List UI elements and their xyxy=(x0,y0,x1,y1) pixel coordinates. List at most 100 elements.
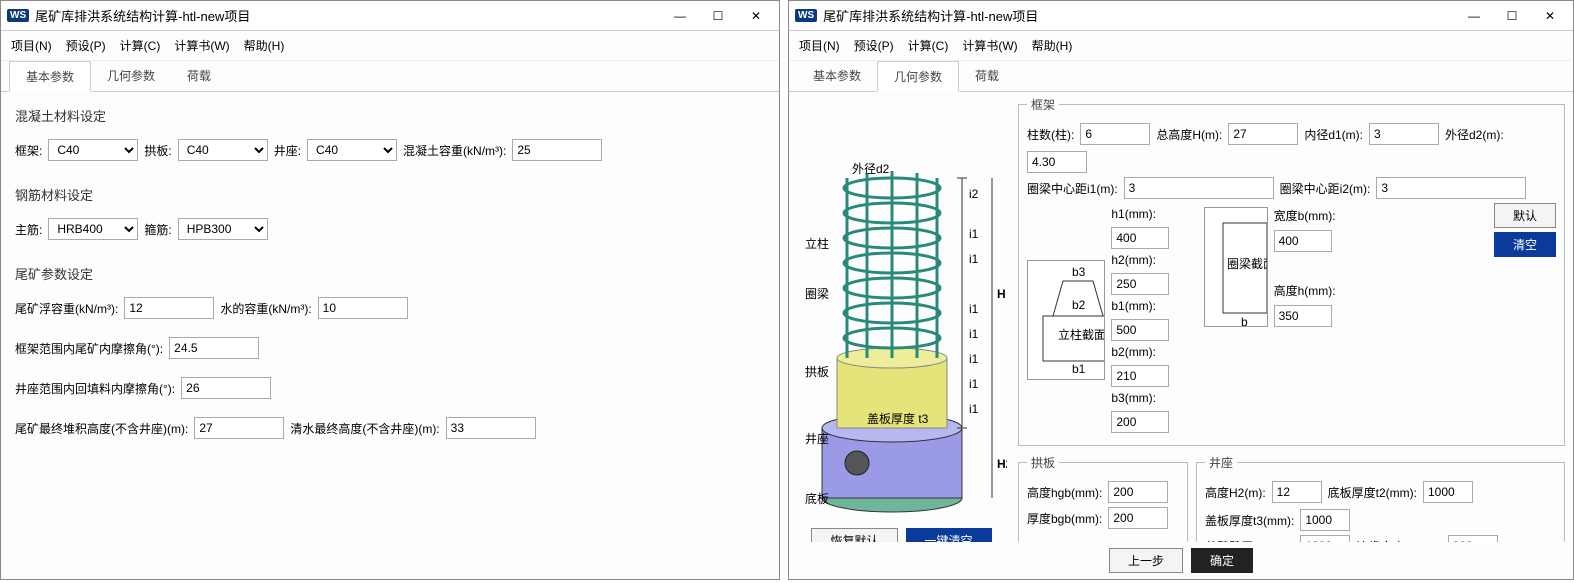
svg-text:b1: b1 xyxy=(1072,362,1086,376)
input-float-density[interactable] xyxy=(124,297,214,319)
input-seat-h2[interactable] xyxy=(1272,481,1322,503)
input-b2mm[interactable] xyxy=(1111,365,1169,387)
label-b2mm: b2(mm): xyxy=(1111,345,1156,359)
maximize-button[interactable]: ☐ xyxy=(1495,5,1529,27)
structure-diagram-panel: i2 i1 i1 i1 i1 i1 i1 i1 H H2 立柱 圈梁 拱板 井座… xyxy=(789,92,1014,542)
label-density: 混凝土容重(kN/m³): xyxy=(403,142,506,159)
input-h2mm[interactable] xyxy=(1111,273,1169,295)
input-frame-friction[interactable] xyxy=(169,337,259,359)
label-h2mm: h2(mm): xyxy=(1111,253,1156,267)
footer: 上一步 确定 xyxy=(789,542,1573,579)
select-seat-concrete[interactable]: C40 xyxy=(307,139,397,161)
tab-basic[interactable]: 基本参数 xyxy=(9,61,91,92)
frame-clear-button[interactable]: 清空 xyxy=(1494,232,1556,257)
arch-legend: 拱板 xyxy=(1027,454,1059,471)
menubar: 项目(N) 预设(P) 计算(C) 计算书(W) 帮助(H) xyxy=(789,31,1573,61)
svg-text:立柱: 立柱 xyxy=(805,236,829,251)
label-h1mm: h1(mm): xyxy=(1111,207,1156,221)
menu-project[interactable]: 项目(N) xyxy=(799,37,840,54)
label-stirrup: 箍筋: xyxy=(144,221,171,238)
input-base-t2[interactable] xyxy=(1423,481,1473,503)
label-base-t2: 底板厚度t2(mm): xyxy=(1328,484,1417,501)
menu-report[interactable]: 计算书(W) xyxy=(174,37,229,54)
input-wall-t1[interactable] xyxy=(1300,535,1350,542)
seat-legend: 井座 xyxy=(1205,454,1237,471)
menu-report[interactable]: 计算书(W) xyxy=(962,37,1017,54)
input-seat-friction[interactable] xyxy=(181,377,271,399)
select-arch-concrete[interactable]: C40 xyxy=(178,139,268,161)
menu-preset[interactable]: 预设(P) xyxy=(66,37,106,54)
svg-text:立柱截面: 立柱截面 xyxy=(1058,327,1105,342)
input-i1[interactable] xyxy=(1124,177,1274,199)
svg-text:i1: i1 xyxy=(969,402,979,416)
select-mainbar[interactable]: HRB400 xyxy=(48,218,138,240)
tab-basic[interactable]: 基本参数 xyxy=(797,61,877,91)
input-arch-h[interactable] xyxy=(1108,481,1168,503)
clear-all-button[interactable]: 一键清空 xyxy=(906,528,992,542)
input-final-height[interactable] xyxy=(194,417,284,439)
input-height-h[interactable] xyxy=(1274,305,1332,327)
menu-help[interactable]: 帮助(H) xyxy=(1032,37,1073,54)
frame-default-button[interactable]: 默认 xyxy=(1494,203,1556,228)
app-logo: WS xyxy=(7,9,29,22)
close-button[interactable]: ✕ xyxy=(1533,5,1567,27)
tab-load[interactable]: 荷载 xyxy=(171,61,227,91)
menu-preset[interactable]: 预设(P) xyxy=(854,37,894,54)
geometry-form-panel: 框架 柱数(柱): 总高度H(m): 内径d1(m): 外径d2(m): 圈梁中… xyxy=(1014,92,1573,542)
window-basic-params: WS 尾矿库排洪系统结构计算-htl-new项目 — ☐ ✕ 项目(N) 预设(… xyxy=(0,0,780,580)
window-title: 尾矿库排洪系统结构计算-htl-new项目 xyxy=(823,6,1457,25)
input-d1[interactable] xyxy=(1369,123,1439,145)
input-width-b[interactable] xyxy=(1274,230,1332,252)
label-water-height: 清水最终高度(不含井座)(m): xyxy=(290,420,439,437)
menu-project[interactable]: 项目(N) xyxy=(11,37,52,54)
input-col-count[interactable] xyxy=(1080,123,1150,145)
input-concrete-density[interactable] xyxy=(512,139,602,161)
prev-step-button[interactable]: 上一步 xyxy=(1109,548,1183,573)
maximize-button[interactable]: ☐ xyxy=(701,5,735,27)
window-controls: — ☐ ✕ xyxy=(1457,5,1567,27)
arch-diagram: h b 拱板 xyxy=(1027,533,1177,542)
select-stirrup[interactable]: HPB300 xyxy=(178,218,268,240)
input-h1mm[interactable] xyxy=(1111,227,1169,249)
svg-text:b: b xyxy=(1241,315,1248,327)
structure-diagram: i2 i1 i1 i1 i1 i1 i1 i1 H H2 立柱 圈梁 拱板 井座… xyxy=(795,98,1008,518)
input-water-density[interactable] xyxy=(318,297,408,319)
label-seat-h2: 高度H2(m): xyxy=(1205,484,1266,501)
label-i2: 圈梁中心距i2(m): xyxy=(1280,180,1371,197)
label-frame-friction: 框架范围内尾矿内摩擦角(°): xyxy=(15,340,163,357)
label-mainbar: 主筋: xyxy=(15,221,42,238)
confirm-button[interactable]: 确定 xyxy=(1191,548,1253,573)
label-i1: 圈梁中心距i1(m): xyxy=(1027,180,1118,197)
window-controls: — ☐ ✕ xyxy=(663,5,773,27)
tab-geometry[interactable]: 几何参数 xyxy=(91,61,171,91)
tab-geometry[interactable]: 几何参数 xyxy=(877,61,959,92)
section-concrete: 混凝土材料设定 xyxy=(15,100,765,131)
restore-defaults-button[interactable]: 恢复默认 xyxy=(811,528,897,542)
section-steel: 钢筋材料设定 xyxy=(15,179,765,210)
geometry-content: i2 i1 i1 i1 i1 i1 i1 i1 H H2 立柱 圈梁 拱板 井座… xyxy=(789,92,1573,542)
input-edge-c[interactable] xyxy=(1448,535,1498,542)
tab-load[interactable]: 荷载 xyxy=(959,61,1015,91)
app-logo: WS xyxy=(795,9,817,22)
minimize-button[interactable]: — xyxy=(663,5,697,27)
input-b3mm[interactable] xyxy=(1111,411,1169,433)
input-total-h[interactable] xyxy=(1228,123,1298,145)
label-d1: 内径d1(m): xyxy=(1304,126,1363,143)
label-total-h: 总高度H(m): xyxy=(1156,126,1222,143)
input-water-height[interactable] xyxy=(446,417,536,439)
menu-calc[interactable]: 计算(C) xyxy=(120,37,161,54)
input-cover-t3[interactable] xyxy=(1300,509,1350,531)
input-arch-t[interactable] xyxy=(1108,507,1168,529)
tabbar: 基本参数 几何参数 荷载 xyxy=(789,61,1573,92)
frame-fieldset: 框架 柱数(柱): 总高度H(m): 内径d1(m): 外径d2(m): 圈梁中… xyxy=(1018,96,1565,446)
minimize-button[interactable]: — xyxy=(1457,5,1491,27)
menu-help[interactable]: 帮助(H) xyxy=(244,37,285,54)
menu-calc[interactable]: 计算(C) xyxy=(908,37,949,54)
input-i2[interactable] xyxy=(1376,177,1526,199)
input-b1mm[interactable] xyxy=(1111,319,1169,341)
arch-fieldset: 拱板 高度hgb(mm): 厚度bgb(mm): h b 拱板 默认 清空 xyxy=(1018,454,1188,542)
select-frame-concrete[interactable]: C40 xyxy=(48,139,138,161)
input-d2[interactable] xyxy=(1027,151,1087,173)
close-button[interactable]: ✕ xyxy=(739,5,773,27)
svg-text:i1: i1 xyxy=(969,377,979,391)
